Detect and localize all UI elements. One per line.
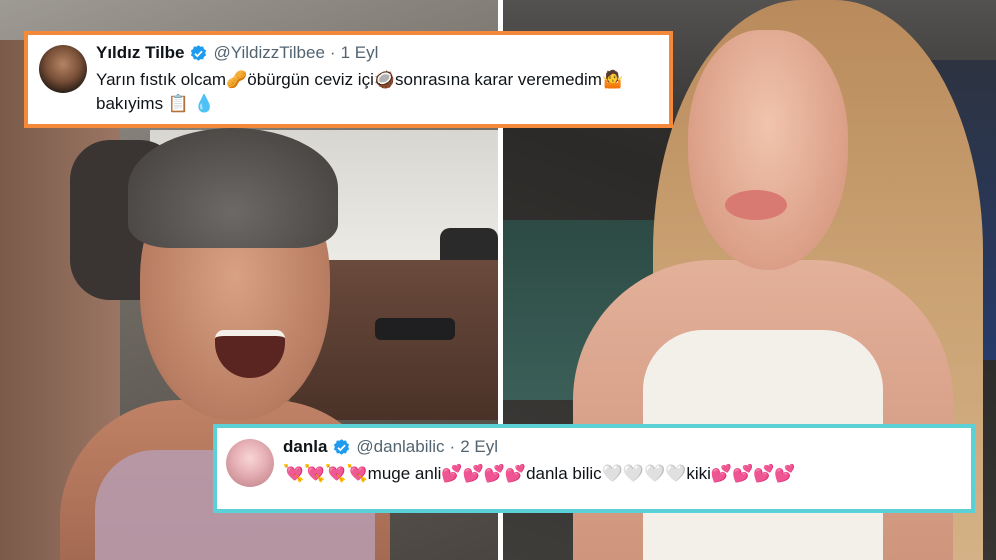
tweet-card-yildiz-tilbe[interactable]: Yıldız Tilbe @YildizzTilbee · 1 Eyl Yarı… xyxy=(24,31,673,128)
two-hearts-icon: 💕💕💕💕 xyxy=(710,464,796,484)
avatar[interactable] xyxy=(39,45,87,93)
person-hair xyxy=(128,128,338,248)
text-segment: muge anli xyxy=(367,464,442,483)
door-handle xyxy=(375,318,455,340)
text-segment: bakıyims xyxy=(96,94,164,113)
heart-arrow-icon: 💘💘💘💘 xyxy=(283,464,368,484)
separator-dot: · xyxy=(329,43,336,62)
text-segment: kiki xyxy=(686,464,711,483)
two-hearts-icon: 💕💕💕💕 xyxy=(441,464,527,484)
text-segment: Yarın fıstık olcam xyxy=(96,70,227,89)
person-shrugging-icon: 🤷 xyxy=(601,70,624,90)
tweet-body: danla @danlabilic · 2 Eyl 💘💘💘💘muge anli💕… xyxy=(283,436,961,486)
tweet-header: Yıldız Tilbe @YildizzTilbee · 1 Eyl xyxy=(96,42,659,64)
tweet-card-danla[interactable]: danla @danlabilic · 2 Eyl 💘💘💘💘muge anli💕… xyxy=(213,424,975,513)
tweet-date[interactable]: 2 Eyl xyxy=(460,436,498,458)
droplet-icon: 💧 xyxy=(193,94,215,114)
separator-dot: · xyxy=(449,437,456,456)
tweet-date[interactable]: 1 Eyl xyxy=(341,42,379,64)
text-segment: danla bilic xyxy=(526,464,602,483)
peanut-icon: 🥜 xyxy=(226,70,248,90)
coconut-icon: 🥥 xyxy=(373,70,396,90)
tweet-body: Yıldız Tilbe @YildizzTilbee · 1 Eyl Yarı… xyxy=(96,42,659,116)
verified-badge-icon xyxy=(334,438,350,455)
author-name[interactable]: Yıldız Tilbe xyxy=(96,42,184,64)
clipboard-icon: 📋 xyxy=(167,94,189,114)
text-segment: öbürgün ceviz içi xyxy=(247,70,374,89)
tweet-text: Yarın fıstık olcam🥜öbürgün ceviz içi🥥son… xyxy=(96,68,659,116)
tweet-header: danla @danlabilic · 2 Eyl xyxy=(283,436,961,458)
white-heart-icon: 🤍🤍🤍🤍 xyxy=(601,464,687,484)
author-handle[interactable]: @danlabilic xyxy=(356,436,444,458)
author-name[interactable]: danla xyxy=(283,436,327,458)
avatar[interactable] xyxy=(226,439,274,487)
tweet-text: 💘💘💘💘muge anli💕💕💕💕danla bilic🤍🤍🤍🤍kiki💕💕💕💕 xyxy=(283,462,961,486)
text-segment: sonrasına karar veremedim xyxy=(395,70,602,89)
author-handle[interactable]: @YildizzTilbee xyxy=(213,42,324,64)
verified-badge-icon xyxy=(191,44,207,61)
person-face xyxy=(688,30,848,270)
person-lips xyxy=(725,190,787,220)
